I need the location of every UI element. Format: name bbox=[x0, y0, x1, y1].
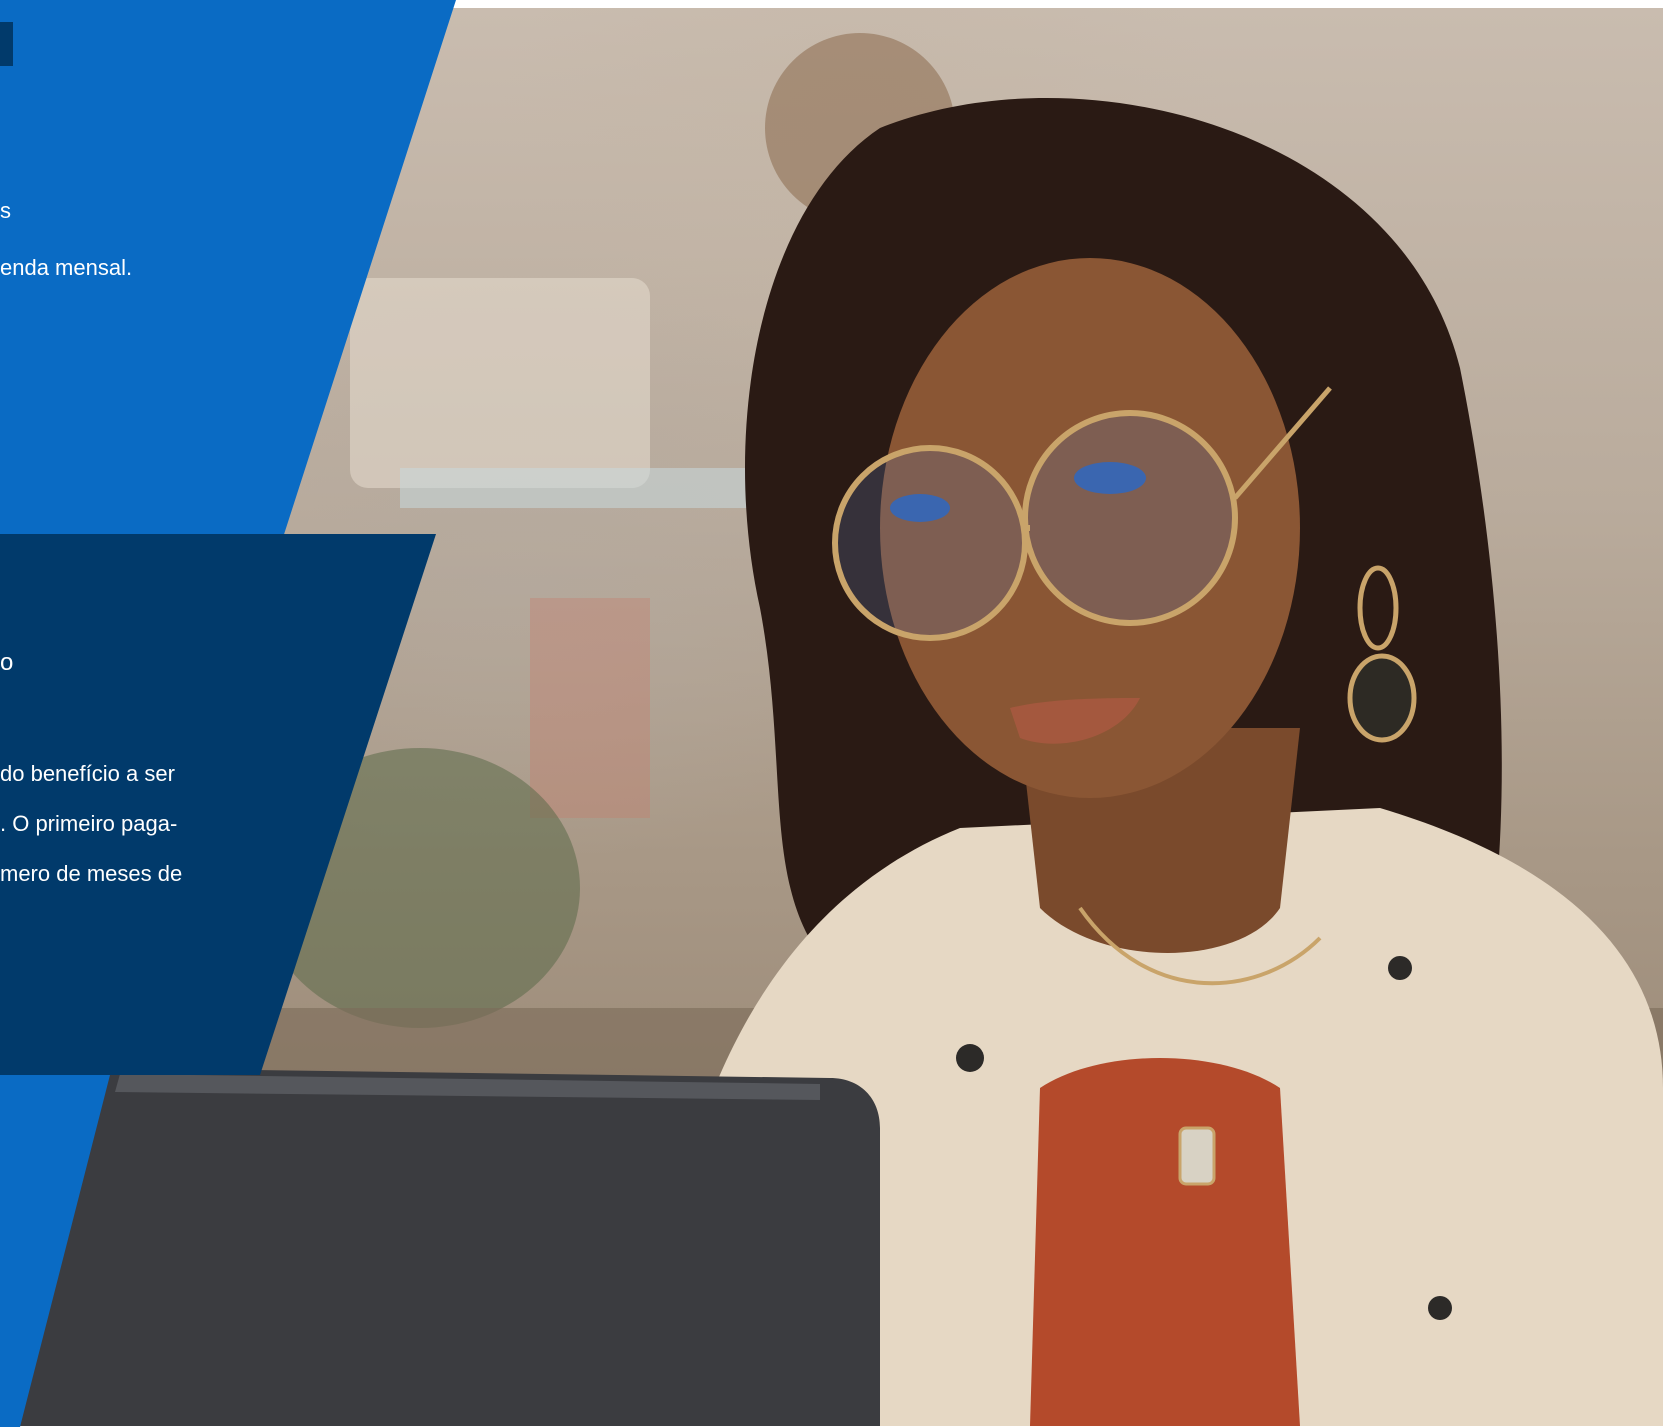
jacket-button bbox=[1428, 1296, 1452, 1320]
heading-fragment bbox=[0, 22, 13, 66]
blurred-object bbox=[530, 598, 650, 818]
necklace-pendant bbox=[1178, 1126, 1216, 1186]
glasses-right-lens bbox=[1022, 410, 1238, 626]
left-eye bbox=[890, 494, 950, 522]
shirt bbox=[1030, 1058, 1300, 1426]
wall-frame bbox=[350, 278, 650, 488]
lower-text-line-1: do benefício a ser bbox=[0, 761, 175, 786]
lower-heading: o bbox=[0, 649, 14, 676]
upper-text-line-1: s bbox=[0, 198, 11, 223]
page: s enda mensal. o do benefício a ser . O … bbox=[0, 0, 1663, 1427]
upper-text-line-2: enda mensal. bbox=[0, 255, 133, 280]
right-eye bbox=[1074, 462, 1146, 494]
jacket-button bbox=[956, 1044, 984, 1072]
earring-pendant bbox=[1347, 653, 1417, 743]
laptop bbox=[0, 1068, 880, 1426]
lower-text-line-3: mero de meses de bbox=[0, 861, 183, 886]
lower-text-line-2: . O primeiro paga- bbox=[0, 811, 178, 836]
jacket-button bbox=[1388, 956, 1412, 980]
glasses-left-lens bbox=[832, 445, 1028, 641]
